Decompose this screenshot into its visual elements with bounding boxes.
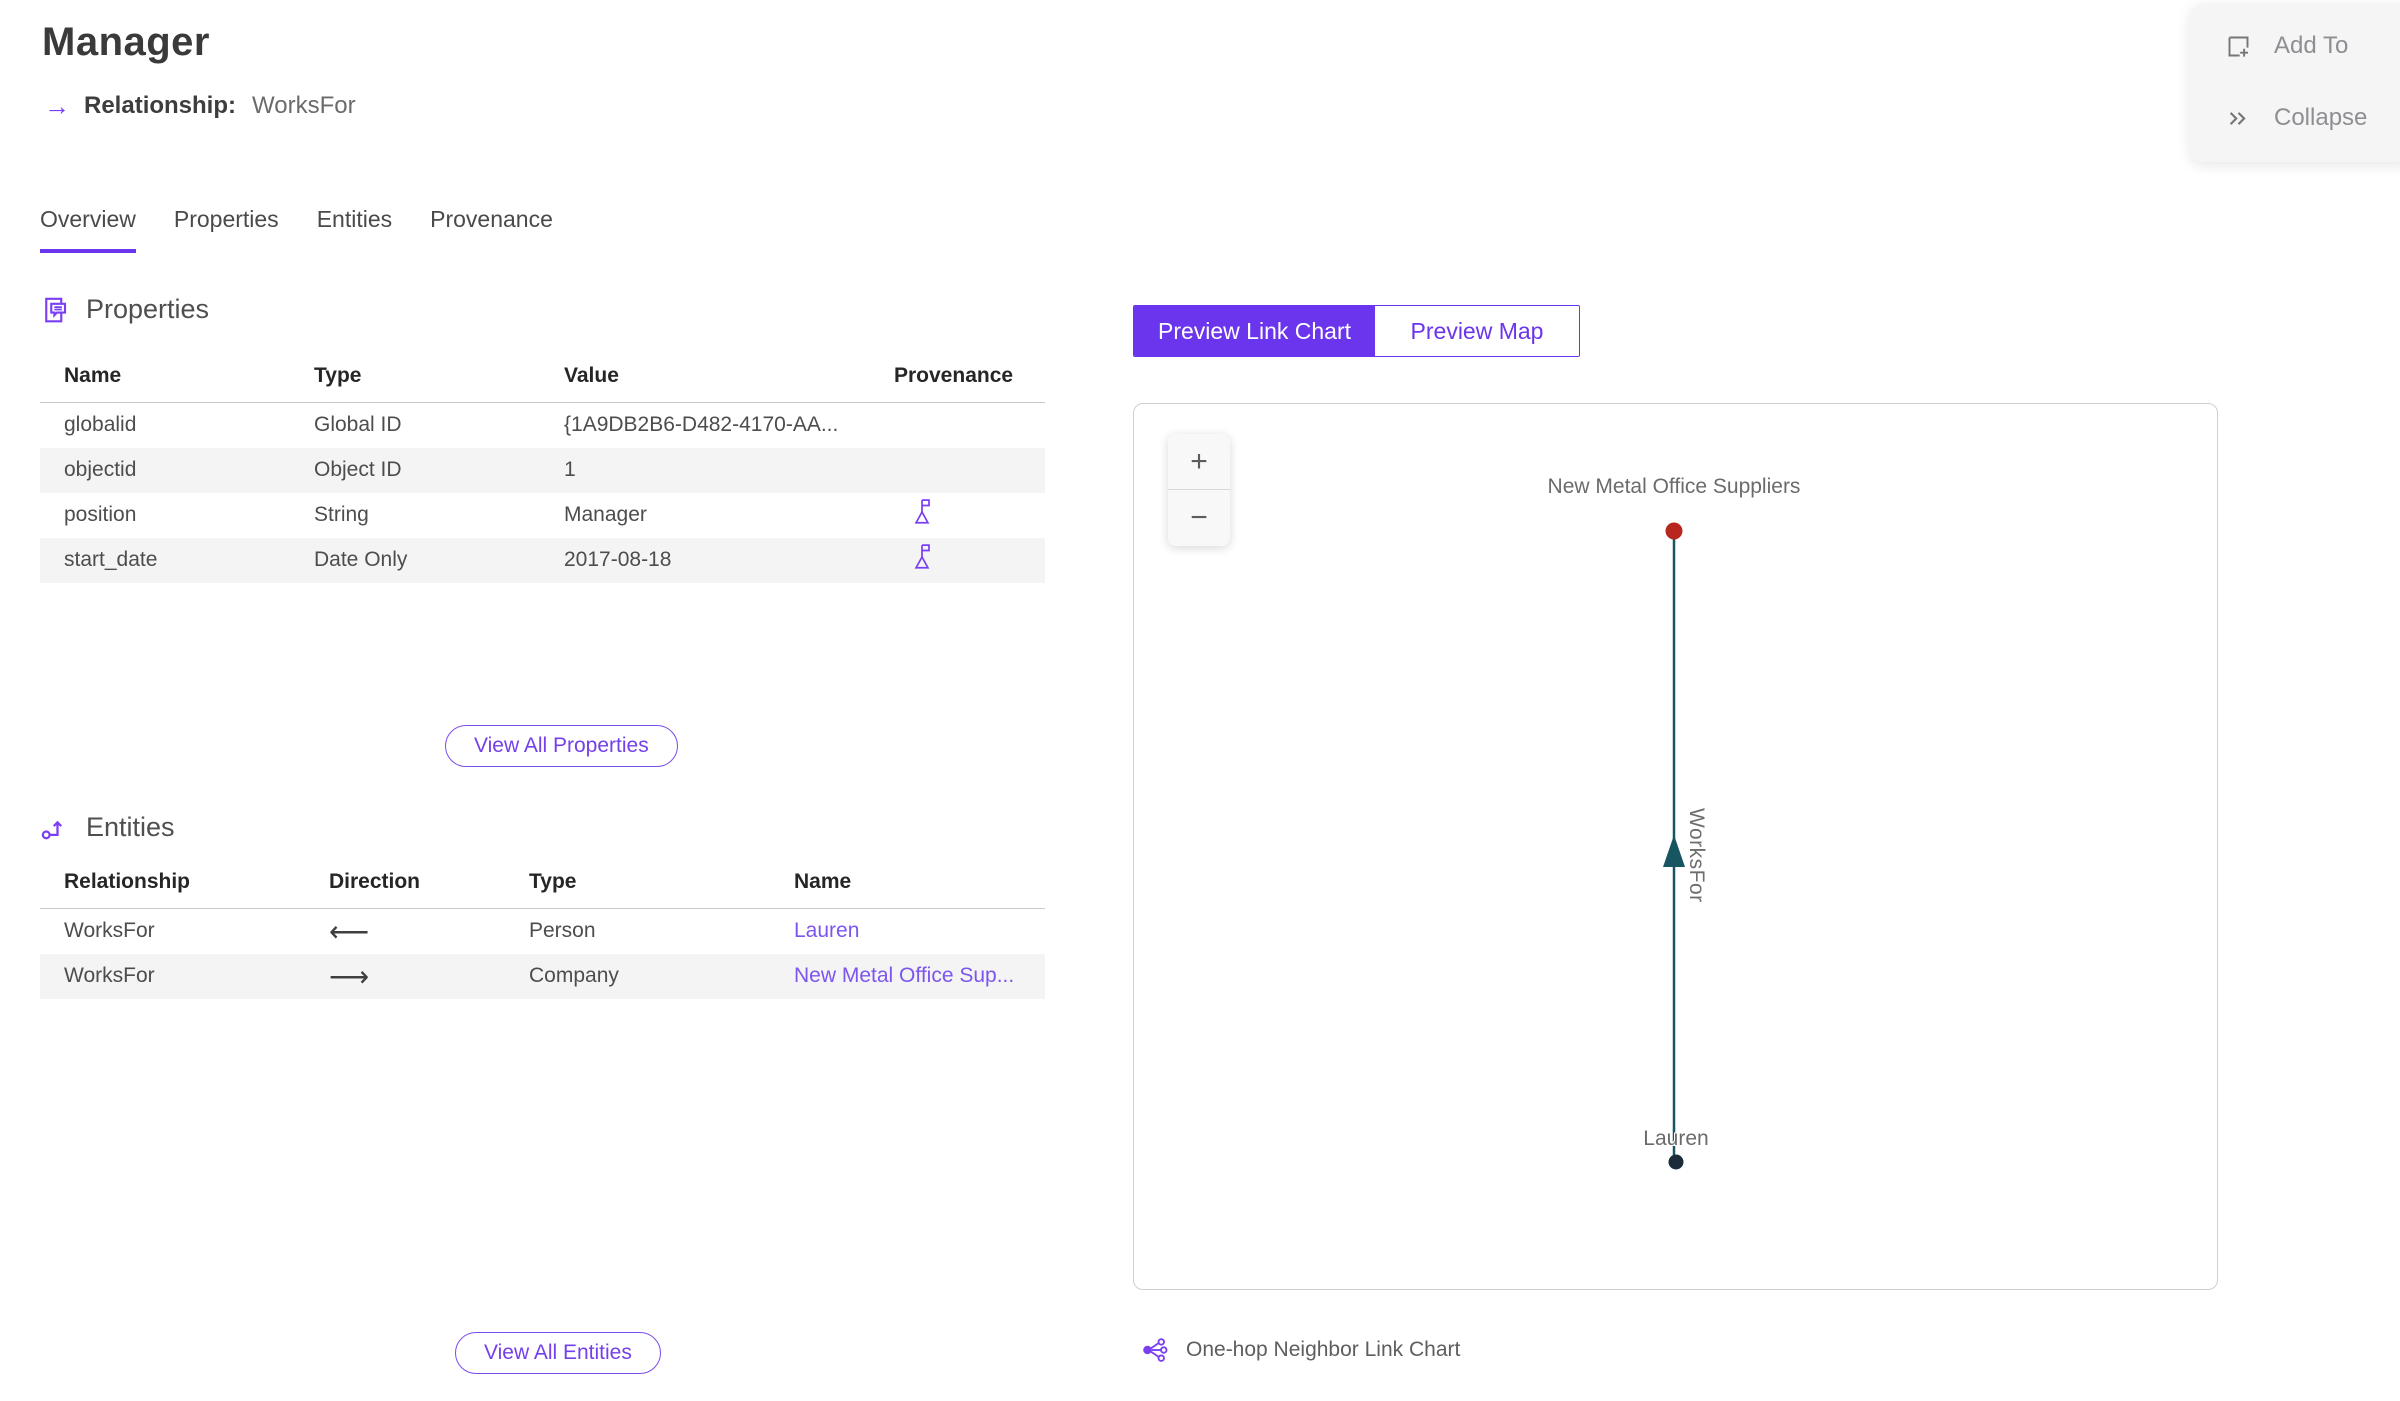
property-value: {1A9DB2B6-D482-4170-AA...: [564, 413, 839, 437]
entity-relationship: WorksFor: [64, 964, 155, 987]
actions-panel: Add To Collapse: [2190, 4, 2400, 162]
node-person-dot[interactable]: [1668, 1154, 1684, 1170]
collapse-button[interactable]: Collapse: [2190, 90, 2400, 146]
tab-properties[interactable]: Properties: [174, 206, 279, 253]
preview-link-chart-button[interactable]: Preview Link Chart: [1134, 306, 1375, 356]
node-company-dot[interactable]: [1665, 522, 1683, 540]
property-type: Global ID: [314, 413, 402, 437]
property-type: Object ID: [314, 458, 402, 481]
entities-col-direction: Direction: [305, 858, 505, 909]
properties-col-type: Type: [290, 352, 540, 403]
add-to-label: Add To: [2274, 32, 2349, 59]
properties-table: Name Type Value Provenance globalid Glob…: [40, 352, 1045, 583]
properties-section-header: Properties: [40, 294, 209, 325]
link-chart-panel: New Metal Office Suppliers WorksFor Laur…: [1133, 403, 2218, 1290]
entity-type: Person: [529, 919, 596, 943]
chart-caption-text: One-hop Neighbor Link Chart: [1186, 1338, 1461, 1361]
entity-relationship: WorksFor: [64, 919, 155, 943]
node-label-company: New Metal Office Suppliers: [1547, 475, 1801, 498]
entity-type: Company: [529, 964, 619, 987]
link-chart-canvas[interactable]: [1134, 404, 2217, 1289]
property-value: 1: [564, 458, 576, 481]
entity-name: New Metal Office Sup...: [770, 954, 1045, 999]
relationship-value: WorksFor: [252, 92, 356, 119]
properties-col-provenance: Provenance: [870, 352, 1045, 403]
zoom-in-button[interactable]: +: [1168, 434, 1230, 490]
provenance-flag-button[interactable]: [910, 543, 934, 571]
chart-caption: One-hop Neighbor Link Chart: [1140, 1335, 1460, 1365]
entities-col-name: Name: [770, 858, 1045, 909]
properties-col-value: Value: [540, 352, 870, 403]
property-provenance: [870, 403, 1045, 448]
tab-entities[interactable]: Entities: [317, 206, 392, 253]
relationship-label: Relationship:: [84, 92, 237, 119]
zoom-out-button[interactable]: −: [1168, 490, 1230, 546]
collapse-double-chevron-icon: [2229, 111, 2246, 125]
provenance-flag-icon: [914, 499, 930, 524]
property-name: objectid: [64, 458, 137, 481]
entity-direction: ⟵: [305, 909, 505, 954]
one-hop-link-chart-icon: [1143, 1338, 1168, 1362]
entity-link-lauren[interactable]: Lauren: [794, 919, 859, 942]
property-value: 2017-08-18: [564, 548, 672, 571]
entity-direction: ⟶: [305, 954, 505, 999]
zoom-control: + −: [1168, 434, 1230, 546]
entity-name: Lauren: [770, 909, 1045, 954]
tab-bar: Overview Properties Entities Provenance: [40, 206, 553, 253]
property-provenance: [870, 493, 1045, 538]
view-all-properties-button[interactable]: View All Properties: [445, 725, 678, 767]
tab-provenance[interactable]: Provenance: [430, 206, 553, 253]
table-row: WorksFor ⟵ Person Lauren: [40, 909, 1045, 954]
node-label-person: Lauren: [1643, 1127, 1709, 1150]
provenance-flag-button[interactable]: [910, 498, 934, 526]
property-name: start_date: [64, 548, 158, 571]
preview-toggle: Preview Link Chart Preview Map: [1133, 305, 1580, 357]
entities-col-relationship: Relationship: [40, 858, 305, 909]
add-to-icon: [2228, 36, 2249, 57]
table-row: objectid Object ID 1: [40, 447, 1045, 493]
property-type: String: [314, 503, 369, 526]
page-title: Manager: [42, 20, 210, 64]
property-provenance: [870, 538, 1045, 583]
entities-section-header: Entities: [40, 812, 175, 843]
relationship-subtitle: → Relationship: WorksFor: [44, 92, 356, 120]
property-value: Manager: [564, 503, 647, 526]
property-name: globalid: [64, 413, 137, 437]
view-all-entities-button[interactable]: View All Entities: [455, 1332, 661, 1374]
table-row: WorksFor ⟶ Company New Metal Office Sup.…: [40, 953, 1045, 999]
properties-icon: [45, 297, 67, 322]
entity-link-company[interactable]: New Metal Office Sup...: [794, 964, 1014, 987]
provenance-flag-icon: [914, 544, 930, 569]
edge-label-worksfor: WorksFor: [1685, 808, 1708, 903]
direction-left-arrow-icon: ⟵: [329, 915, 370, 947]
relationship-arrow-icon: →: [44, 91, 70, 121]
table-row: position String Manager: [40, 493, 1045, 538]
table-row: start_date Date Only 2017-08-18: [40, 537, 1045, 583]
property-type: Date Only: [314, 548, 408, 571]
tab-overview[interactable]: Overview: [40, 206, 136, 253]
entities-table: Relationship Direction Type Name WorksFo…: [40, 858, 1045, 999]
properties-table-header-row: Name Type Value Provenance: [40, 352, 1045, 403]
add-to-button[interactable]: Add To: [2190, 18, 2400, 74]
properties-col-name: Name: [40, 352, 290, 403]
property-provenance: [870, 448, 1045, 493]
property-name: position: [64, 503, 137, 526]
edge-arrowhead-icon: [1663, 835, 1685, 867]
entities-section-title: Entities: [86, 812, 175, 842]
direction-right-arrow-icon: ⟶: [329, 960, 370, 992]
collapse-label: Collapse: [2274, 104, 2368, 131]
entities-col-type: Type: [505, 858, 770, 909]
entities-icon: [41, 820, 63, 839]
properties-section-title: Properties: [86, 294, 210, 324]
preview-map-button[interactable]: Preview Map: [1375, 306, 1579, 356]
table-row: globalid Global ID {1A9DB2B6-D482-4170-A…: [40, 403, 1045, 448]
entity-detail-page: Manager → Relationship: WorksFor Add To …: [0, 0, 2400, 1401]
entities-table-header-row: Relationship Direction Type Name: [40, 858, 1045, 909]
